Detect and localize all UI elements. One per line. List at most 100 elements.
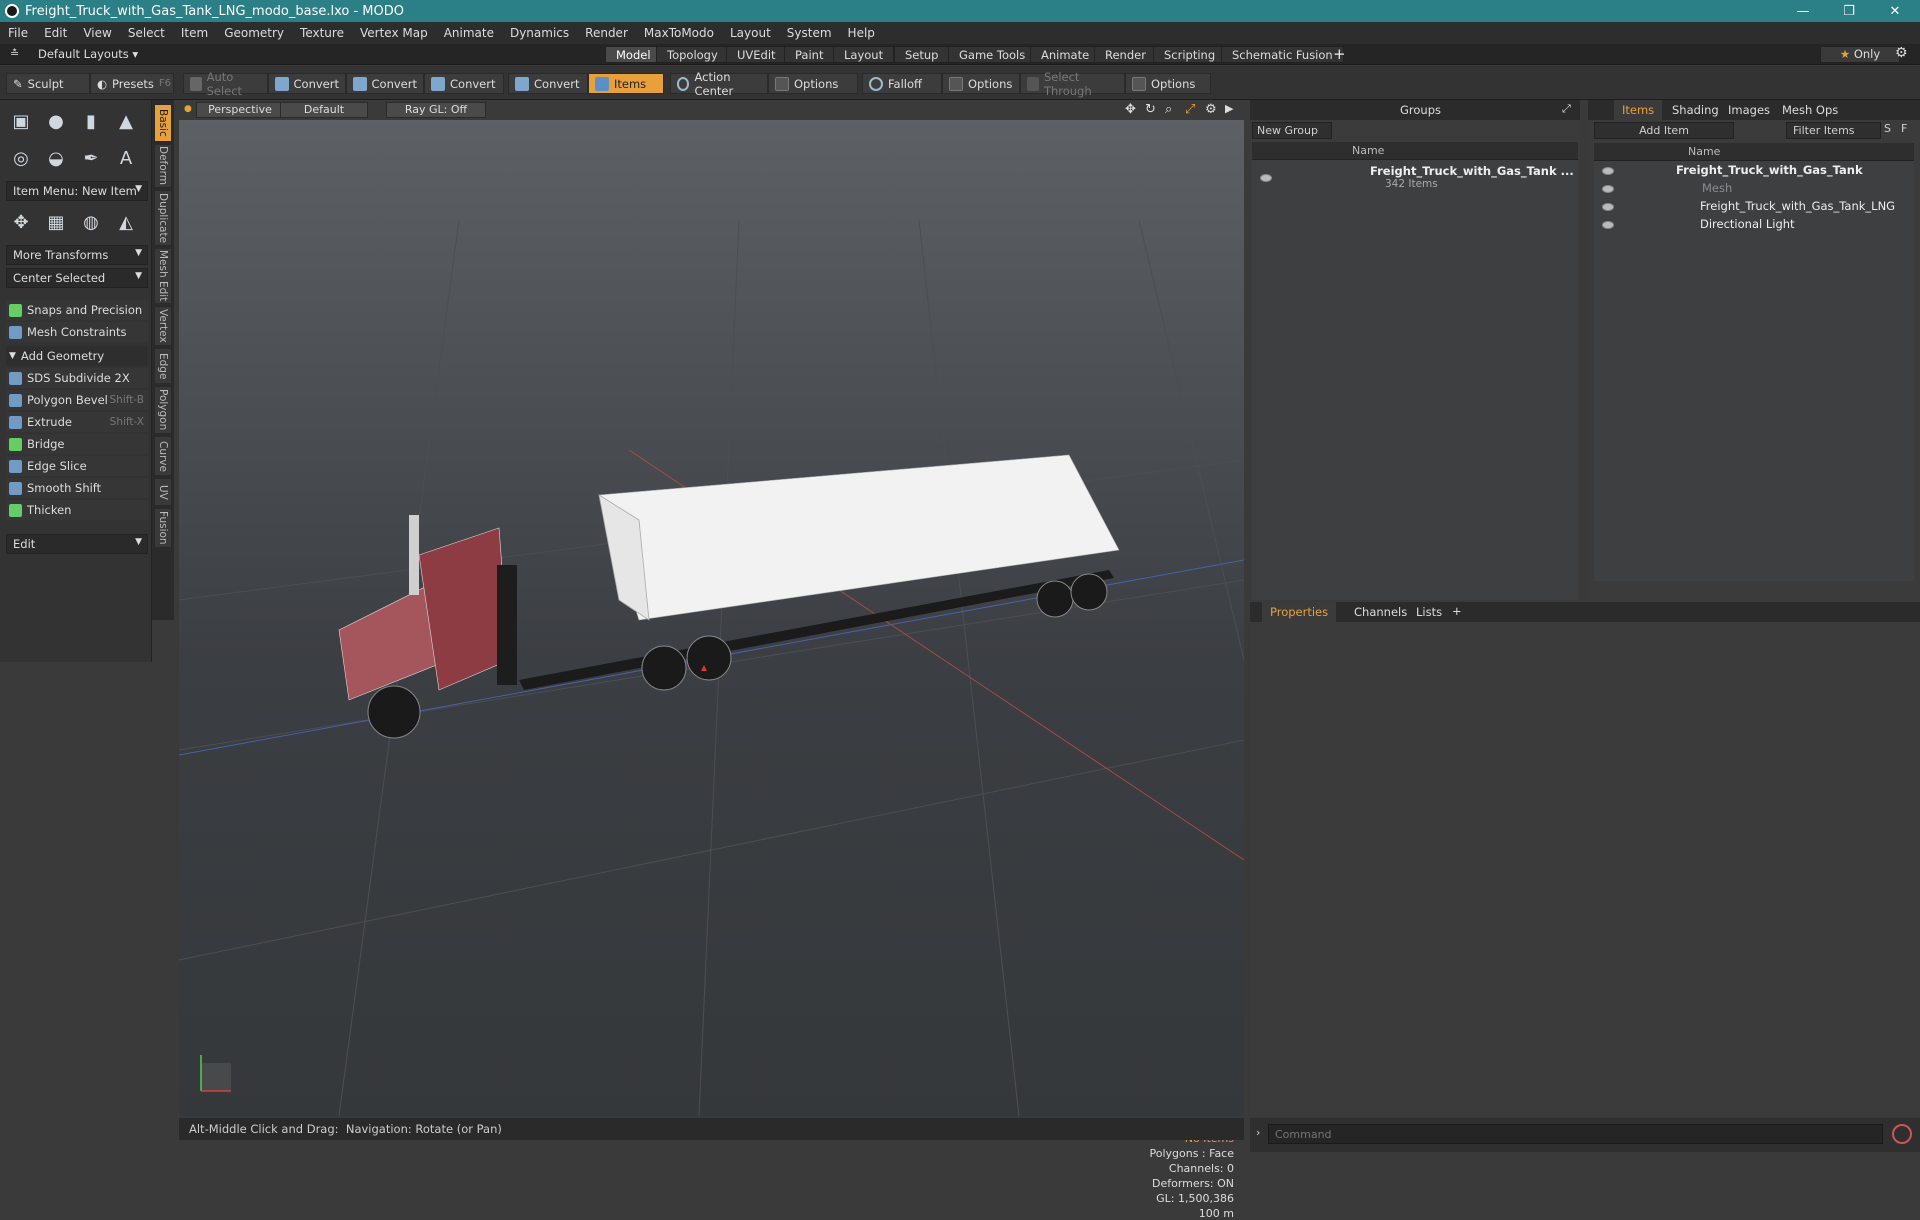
menu-view[interactable]: View bbox=[75, 26, 119, 40]
tab-animate[interactable]: Animate bbox=[1030, 46, 1101, 63]
tab-layout[interactable]: Layout bbox=[833, 46, 895, 63]
item-menu-dropdown[interactable]: Item Menu: New Item ▼ bbox=[6, 181, 148, 201]
menu-file[interactable]: File bbox=[0, 26, 36, 40]
smooth-shift-button[interactable]: Smooth Shift bbox=[6, 478, 148, 498]
rotate-view-icon[interactable]: ↻ bbox=[1145, 102, 1156, 117]
vtab-duplicate[interactable]: Duplicate bbox=[154, 190, 172, 246]
menu-system[interactable]: System bbox=[779, 26, 840, 40]
add-item-button[interactable]: Add Item bbox=[1594, 122, 1734, 139]
shading-default-button[interactable]: Default bbox=[280, 102, 368, 118]
filter-toggle-f[interactable]: F bbox=[1901, 122, 1907, 135]
items-mode-button[interactable]: Items bbox=[588, 73, 664, 94]
convert-edges-button[interactable]: Convert bbox=[346, 73, 424, 94]
vtab-polygon[interactable]: Polygon bbox=[154, 386, 172, 434]
tab-shading[interactable]: Shading bbox=[1672, 103, 1719, 117]
tree-item-light[interactable]: Directional Light bbox=[1700, 217, 1795, 231]
expand-icon[interactable]: ⤢ bbox=[1562, 102, 1571, 116]
viewport-settings-icon[interactable]: ⚙ bbox=[1205, 102, 1217, 117]
vtab-fusion[interactable]: Fusion bbox=[154, 508, 172, 548]
menu-texture[interactable]: Texture bbox=[292, 26, 352, 40]
move-view-icon[interactable]: ✥ bbox=[1125, 102, 1136, 117]
falloff-button[interactable]: Falloff bbox=[862, 73, 942, 94]
eye-icon[interactable] bbox=[1602, 203, 1614, 211]
tab-topology[interactable]: Topology bbox=[656, 46, 729, 63]
tab-schematic-fusion[interactable]: Schematic Fusion bbox=[1221, 46, 1344, 63]
search-toggle-s[interactable]: S bbox=[1884, 122, 1891, 135]
extrude-button[interactable]: Extrude Shift-X bbox=[6, 412, 148, 432]
eye-icon[interactable] bbox=[1260, 174, 1272, 182]
filter-items-field[interactable]: Filter Items bbox=[1786, 122, 1881, 139]
bridge-button[interactable]: Bridge bbox=[6, 434, 148, 454]
tree-item-truck[interactable]: Freight_Truck_with_Gas_Tank_LNG bbox=[1700, 199, 1895, 213]
record-icon[interactable] bbox=[1892, 1124, 1912, 1144]
eye-icon[interactable] bbox=[1602, 221, 1614, 229]
presets-button[interactable]: ◐ Presets F6 bbox=[90, 73, 174, 94]
add-props-tab-button[interactable]: + bbox=[1452, 604, 1462, 618]
menu-help[interactable]: Help bbox=[840, 26, 883, 40]
new-group-button[interactable]: New Group bbox=[1252, 122, 1332, 139]
vtab-vertex[interactable]: Vertex bbox=[154, 306, 172, 346]
convert-polygons-button[interactable]: Convert bbox=[424, 73, 504, 94]
auto-select-button[interactable]: Auto Select bbox=[183, 70, 268, 98]
sculpt-button[interactable]: ✎ Sculpt bbox=[6, 73, 90, 94]
convert-vertices-button[interactable]: Convert bbox=[268, 73, 346, 94]
menu-edit[interactable]: Edit bbox=[36, 26, 75, 40]
vtab-deform[interactable]: Deform bbox=[154, 144, 172, 188]
select-through-button[interactable]: Select Through bbox=[1020, 70, 1125, 98]
more-transforms-dropdown[interactable]: More Transforms ▼ bbox=[6, 245, 148, 265]
3d-viewport[interactable]: No Items Polygons : Face Channels: 0 Def… bbox=[179, 100, 1244, 1220]
snaps-precision-button[interactable]: Snaps and Precision bbox=[6, 300, 148, 320]
menu-select[interactable]: Select bbox=[120, 26, 173, 40]
tree-item-mesh[interactable]: Mesh bbox=[1702, 181, 1732, 195]
only-toggle[interactable]: ★ Only bbox=[1820, 46, 1900, 63]
eye-icon[interactable] bbox=[1602, 167, 1614, 175]
sds-subdivide-button[interactable]: SDS Subdivide 2X bbox=[6, 368, 148, 388]
tab-uvedit[interactable]: UVEdit bbox=[726, 46, 787, 63]
polygon-bevel-button[interactable]: Polygon Bevel Shift-B bbox=[6, 390, 148, 410]
add-tab-button[interactable]: + bbox=[1333, 45, 1346, 63]
layout-collapse-icon[interactable]: ≛ bbox=[10, 47, 19, 60]
tab-model[interactable]: Model bbox=[605, 46, 662, 63]
maximize-button[interactable]: ❐ bbox=[1826, 0, 1872, 22]
capsule-icon[interactable]: ◒ bbox=[41, 143, 71, 173]
vtab-uv[interactable]: UV bbox=[154, 478, 172, 506]
menu-render[interactable]: Render bbox=[577, 26, 636, 40]
edit-dropdown[interactable]: Edit ▼ bbox=[6, 534, 148, 554]
tab-mesh-ops[interactable]: Mesh Ops bbox=[1782, 103, 1838, 117]
tab-lists[interactable]: Lists bbox=[1416, 605, 1442, 619]
sphere-icon[interactable]: ● bbox=[41, 106, 71, 136]
cube-icon[interactable]: ▣ bbox=[6, 106, 36, 136]
thicken-button[interactable]: Thicken bbox=[6, 500, 148, 520]
torus-icon[interactable]: ◎ bbox=[6, 143, 36, 173]
eye-icon[interactable] bbox=[1602, 185, 1614, 193]
globe-icon[interactable]: ◍ bbox=[76, 207, 106, 237]
fit-view-icon[interactable]: ⤢ bbox=[1185, 102, 1195, 117]
action-center-options-button[interactable]: Options bbox=[768, 73, 858, 94]
action-center-button[interactable]: Action Center bbox=[670, 70, 768, 98]
menu-geometry[interactable]: Geometry bbox=[216, 26, 292, 40]
viewport-menu-icon[interactable]: ● bbox=[184, 104, 192, 114]
tab-render[interactable]: Render bbox=[1094, 46, 1157, 63]
tab-scripting[interactable]: Scripting bbox=[1153, 46, 1227, 63]
menu-vertex-map[interactable]: Vertex Map bbox=[352, 26, 436, 40]
tab-channels[interactable]: Channels bbox=[1354, 605, 1407, 619]
falloff-options-button[interactable]: Options bbox=[942, 73, 1020, 94]
tree-item-scene[interactable]: Freight_Truck_with_Gas_Tank bbox=[1676, 163, 1863, 177]
edge-slice-button[interactable]: Edge Slice bbox=[6, 456, 148, 476]
menu-layout[interactable]: Layout bbox=[722, 26, 779, 40]
pen-icon[interactable]: ✒ bbox=[76, 143, 106, 173]
perspective-button[interactable]: Perspective bbox=[196, 102, 284, 118]
menu-item[interactable]: Item bbox=[173, 26, 216, 40]
raygl-button[interactable]: Ray GL: Off bbox=[386, 102, 486, 118]
tab-images[interactable]: Images bbox=[1728, 103, 1770, 117]
tab-items[interactable]: Items bbox=[1614, 100, 1663, 120]
viewport-more-icon[interactable]: ▶ bbox=[1225, 102, 1233, 115]
transform-icon[interactable]: ✥ bbox=[6, 207, 36, 237]
text-tool-icon[interactable]: A bbox=[111, 143, 141, 173]
vtab-edge[interactable]: Edge bbox=[154, 348, 172, 384]
command-input[interactable] bbox=[1268, 1124, 1883, 1144]
zoom-view-icon[interactable]: ⌕ bbox=[1165, 102, 1172, 117]
menu-maxtomodo[interactable]: MaxToModo bbox=[636, 26, 722, 40]
menu-animate[interactable]: Animate bbox=[436, 26, 502, 40]
grid-icon[interactable]: ▦ bbox=[41, 207, 71, 237]
